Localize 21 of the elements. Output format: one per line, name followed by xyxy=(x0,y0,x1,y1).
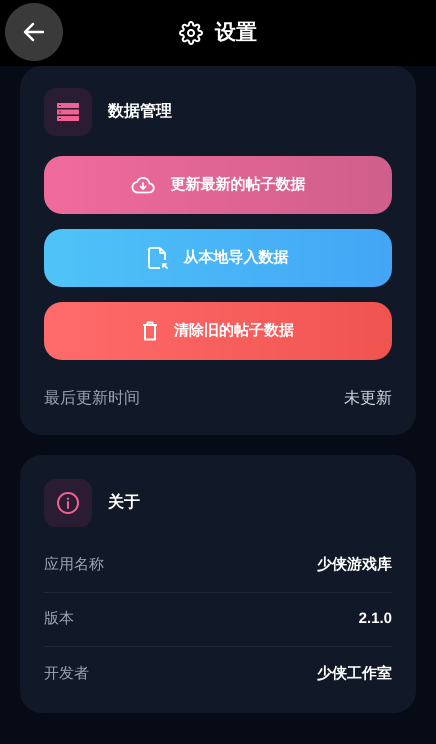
info-icon xyxy=(44,479,92,527)
page-title: 设置 xyxy=(215,20,257,46)
info-value: 2.1.0 xyxy=(358,609,392,630)
info-label: 开发者 xyxy=(44,664,89,684)
last-update-label: 最后更新时间 xyxy=(44,388,140,409)
update-button[interactable]: 更新最新的帖子数据 xyxy=(44,156,392,214)
settings-icon xyxy=(179,21,203,45)
database-icon xyxy=(44,88,92,136)
last-update-value: 未更新 xyxy=(344,388,392,409)
clear-button[interactable]: 清除旧的帖子数据 xyxy=(44,302,392,360)
import-button[interactable]: 从本地导入数据 xyxy=(44,229,392,287)
section-title: 关于 xyxy=(108,492,140,513)
trash-icon xyxy=(142,321,158,341)
info-label: 版本 xyxy=(44,609,74,630)
info-value: 少侠工作室 xyxy=(317,664,392,684)
cloud-download-icon xyxy=(130,176,154,194)
back-arrow-icon xyxy=(23,22,45,42)
info-label: 应用名称 xyxy=(44,555,104,576)
file-import-icon xyxy=(148,247,168,269)
section-title: 数据管理 xyxy=(108,102,172,122)
info-value: 少侠游戏库 xyxy=(317,555,392,576)
